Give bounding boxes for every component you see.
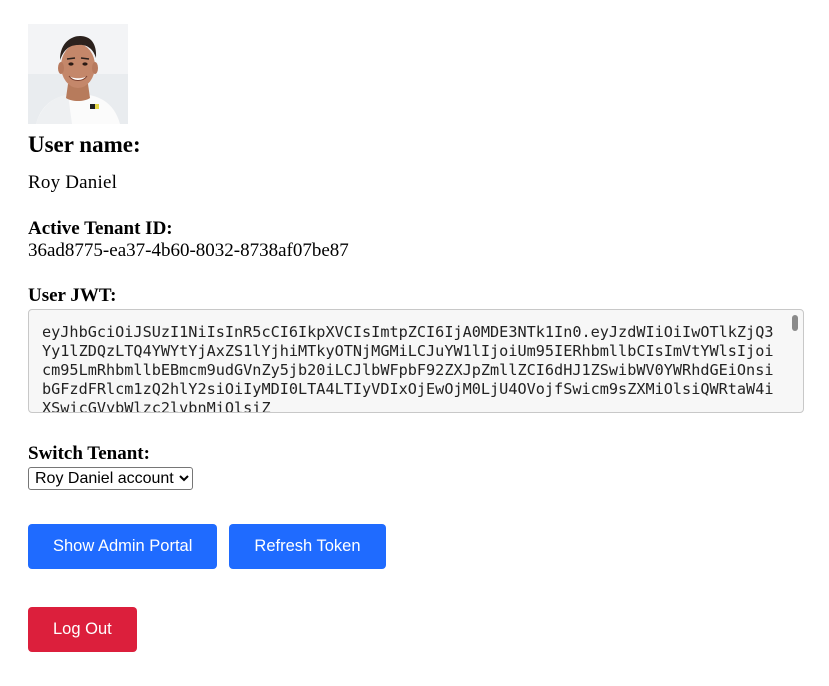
jwt-value: eyJhbGciOiJSUzI1NiIsInR5cCI6IkpXVCIsImtp… — [42, 323, 774, 413]
profile-panel: User name: Roy Daniel Active Tenant ID: … — [28, 24, 804, 652]
avatar-photo — [28, 24, 128, 124]
jwt-scrollbar[interactable] — [791, 312, 801, 410]
action-buttons: Show Admin Portal Refresh Token — [28, 524, 804, 569]
jwt-section: User JWT: eyJhbGciOiJSUzI1NiIsInR5cCI6Ik… — [28, 285, 804, 413]
jwt-textarea[interactable]: eyJhbGciOiJSUzI1NiIsInR5cCI6IkpXVCIsImtp… — [28, 309, 804, 413]
show-admin-portal-button[interactable]: Show Admin Portal — [28, 524, 218, 569]
tenant-select[interactable]: Roy Daniel account — [28, 467, 193, 490]
switch-tenant-section: Switch Tenant: Roy Daniel account — [28, 443, 804, 490]
avatar — [28, 24, 128, 124]
jwt-label: User JWT: — [28, 285, 117, 306]
active-tenant-section: Active Tenant ID: 36ad8775-ea37-4b60-803… — [28, 218, 804, 262]
jwt-scrollbar-thumb[interactable] — [792, 315, 798, 331]
user-name-value: Roy Daniel — [28, 172, 118, 192]
switch-tenant-label: Switch Tenant: — [28, 443, 150, 464]
active-tenant-id: 36ad8775-ea37-4b60-8032-8738af07be87 — [28, 240, 349, 261]
user-name-label: User name: — [28, 132, 141, 157]
logout-button[interactable]: Log Out — [28, 607, 137, 652]
active-tenant-label: Active Tenant ID: — [28, 218, 173, 239]
refresh-token-button[interactable]: Refresh Token — [229, 524, 386, 569]
logout-section: Log Out — [28, 607, 804, 652]
